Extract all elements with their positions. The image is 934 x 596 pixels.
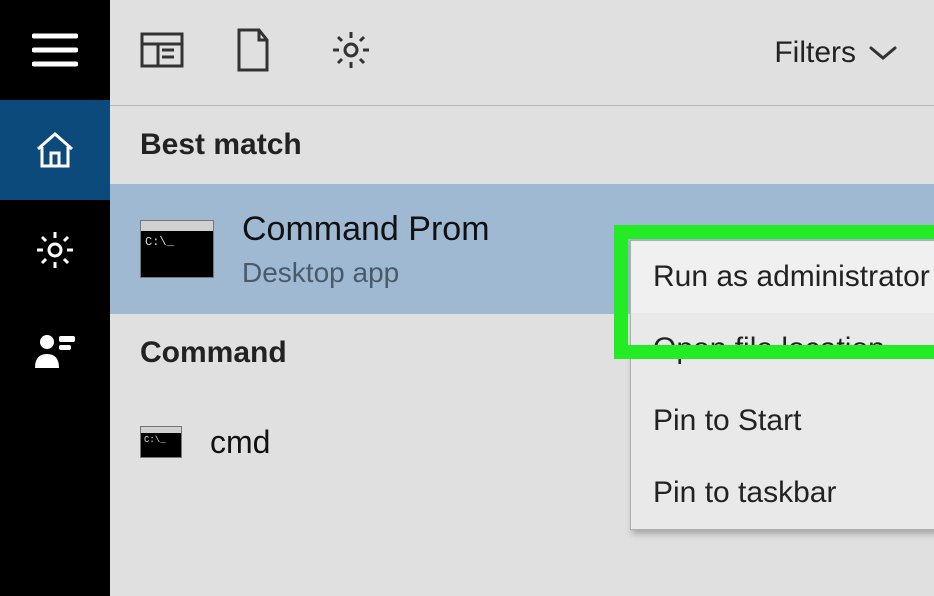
gear-icon	[330, 29, 372, 76]
context-open-file-loc[interactable]: Open file location	[631, 313, 934, 385]
chevron-down-icon	[868, 36, 898, 70]
people-icon	[33, 330, 77, 370]
people-button[interactable]	[0, 300, 110, 400]
cmd-thumbnail-icon: C:\_	[140, 426, 182, 458]
filters-dropdown[interactable]: Filters	[774, 36, 904, 70]
context-menu: Run as administrator Open file location …	[630, 240, 934, 530]
best-match-subtitle: Desktop app	[242, 256, 490, 290]
best-match-title: Command Prom	[242, 209, 490, 250]
menu-button[interactable]	[0, 0, 110, 100]
apps-filter-button[interactable]	[140, 30, 235, 75]
home-icon	[34, 129, 76, 171]
sidebar	[0, 0, 110, 596]
main-panel: Filters Best match C:\_ Command Prom Des…	[110, 0, 934, 596]
settings-filter-button[interactable]	[330, 29, 425, 76]
best-match-header: Best match	[110, 106, 934, 184]
context-run-as-admin[interactable]: Run as administrator	[631, 241, 934, 313]
settings-button[interactable]	[0, 200, 110, 300]
documents-filter-button[interactable]	[235, 28, 330, 77]
document-icon	[235, 28, 271, 77]
hamburger-icon	[32, 33, 78, 67]
apps-icon	[140, 30, 184, 75]
home-button[interactable]	[0, 100, 110, 200]
toolbar: Filters	[110, 0, 934, 106]
start-menu-search: Filters Best match C:\_ Command Prom Des…	[0, 0, 934, 596]
gear-icon	[34, 229, 76, 271]
command-result-title: cmd	[210, 423, 270, 461]
filters-label: Filters	[774, 36, 856, 70]
cmd-thumbnail-icon: C:\_	[140, 220, 214, 278]
context-pin-to-start[interactable]: Pin to Start	[631, 385, 934, 457]
context-pin-to-taskbar[interactable]: Pin to taskbar	[631, 457, 934, 529]
